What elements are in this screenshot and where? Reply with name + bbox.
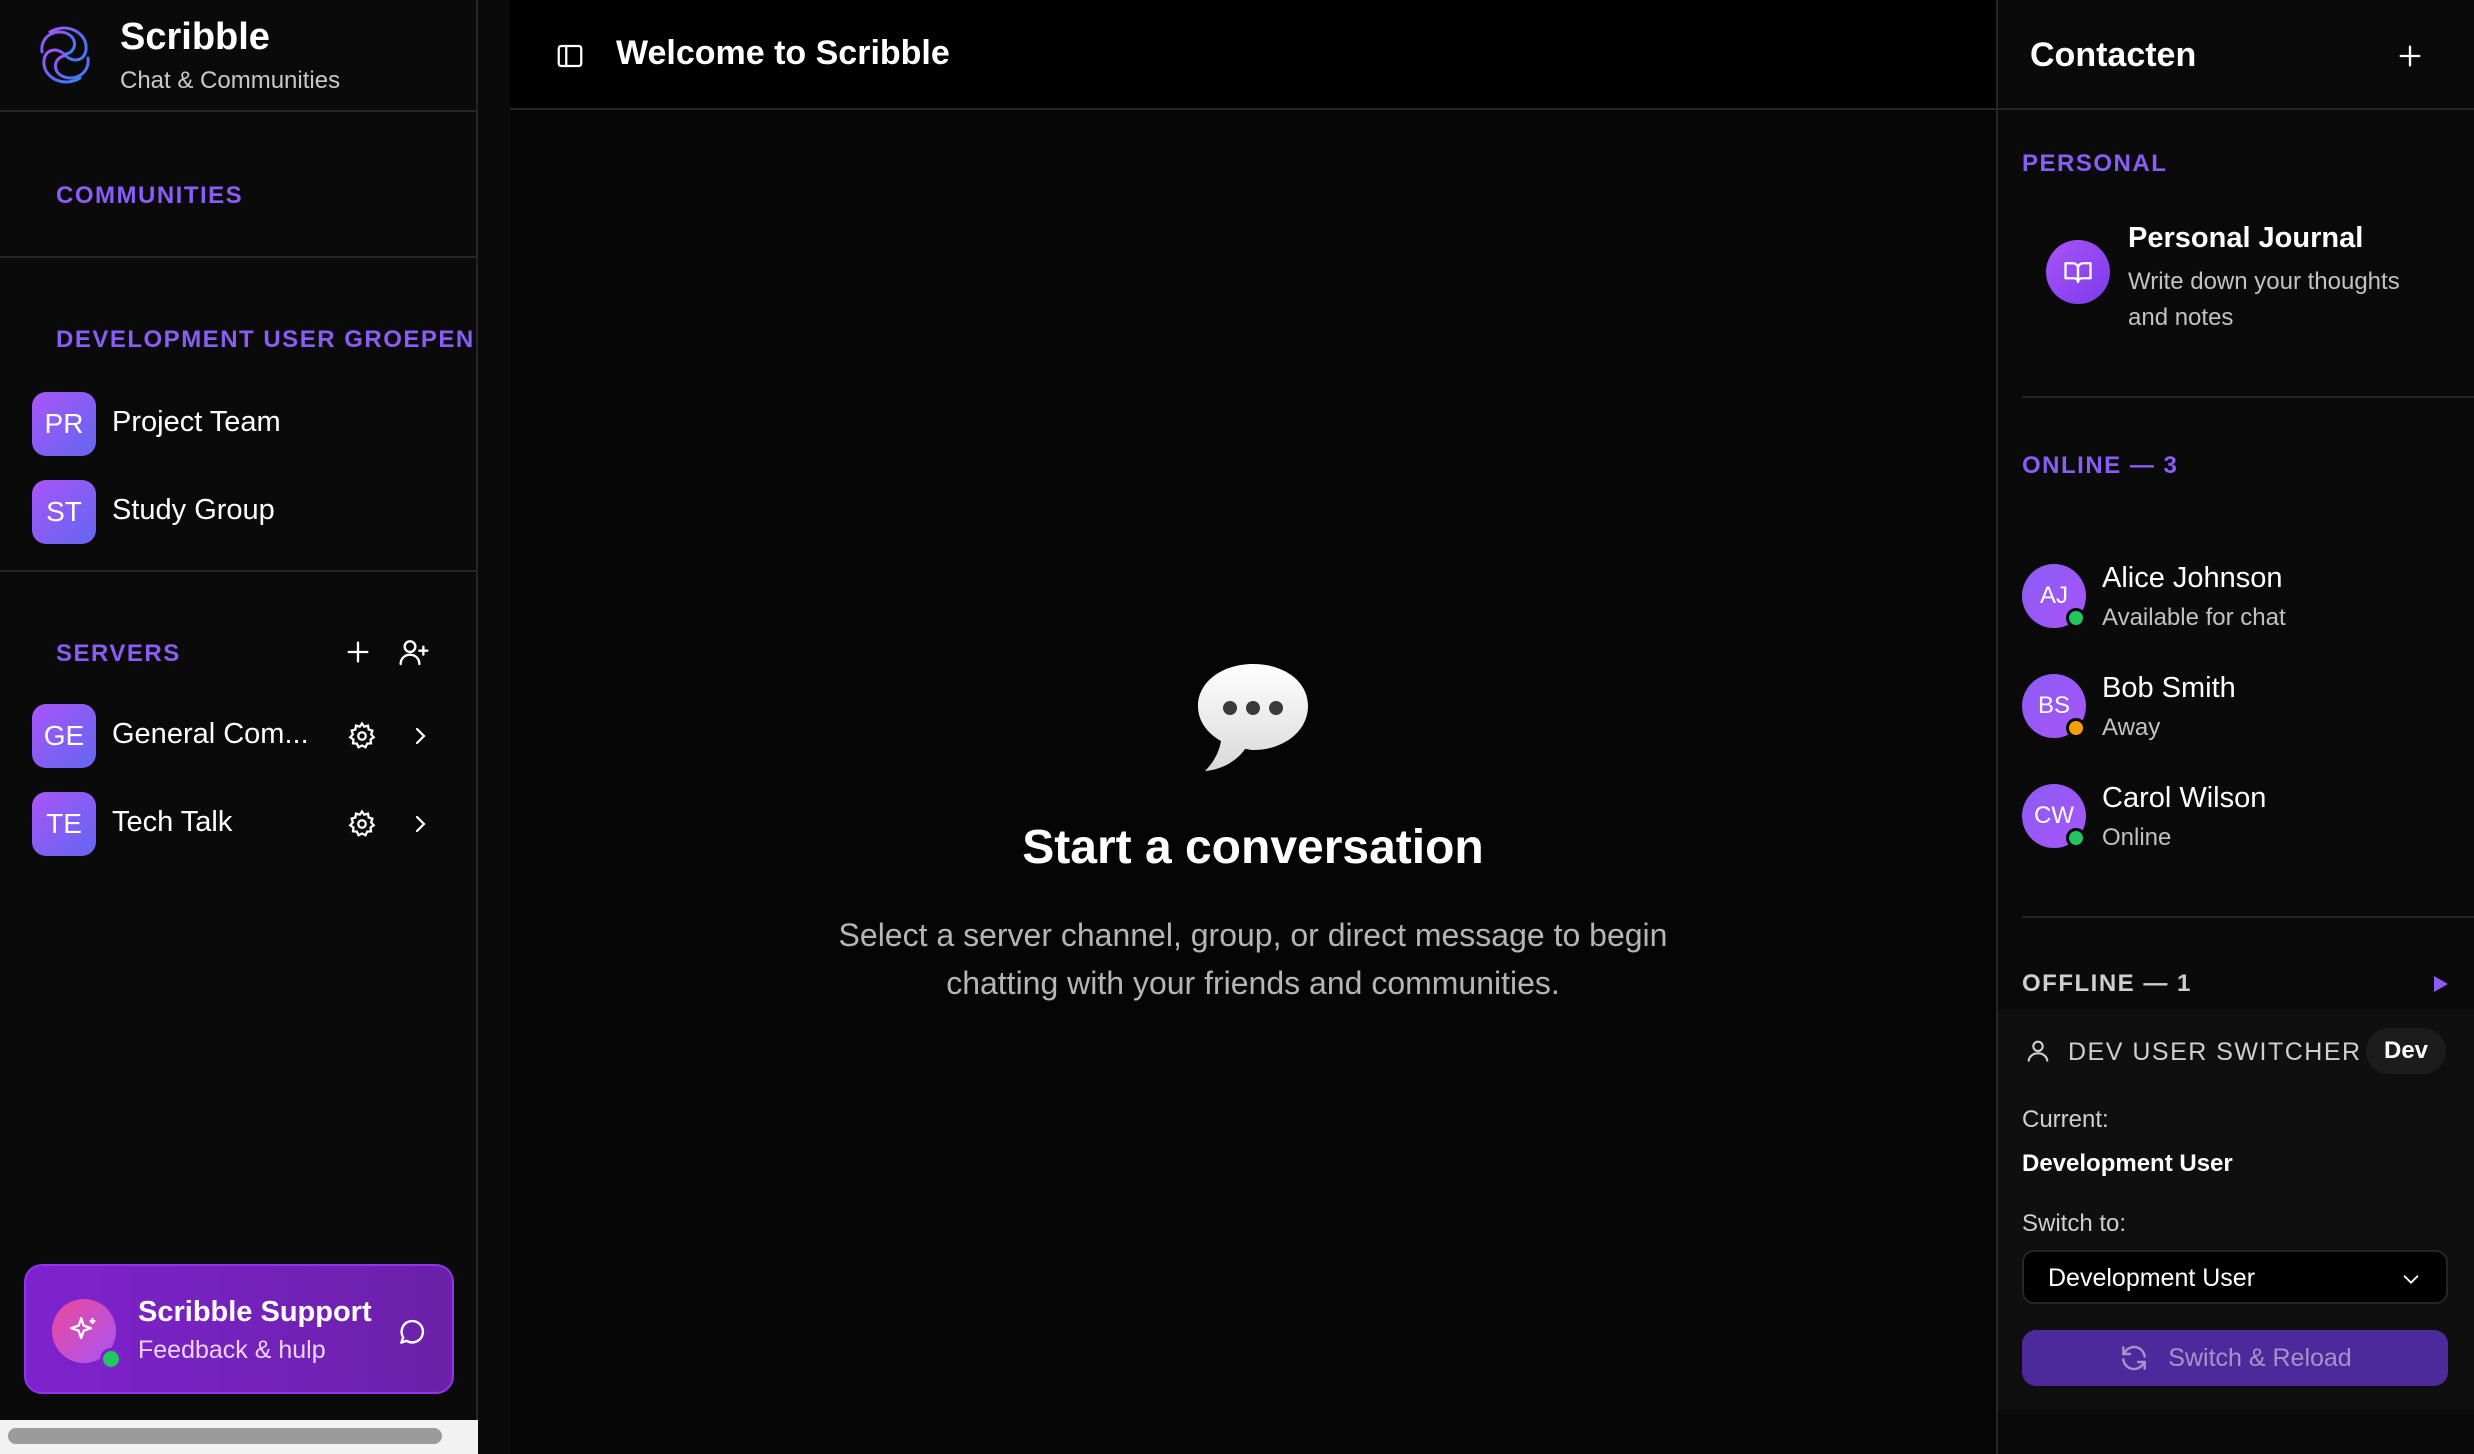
brand-header: Scribble Chat & Communities <box>0 0 476 112</box>
servers-label: SERVERS <box>56 640 181 667</box>
contacts-title: Contacten <box>2030 36 2197 74</box>
message-circle-icon[interactable] <box>392 1312 432 1352</box>
communities-label[interactable]: COMMUNITIES <box>56 182 243 210</box>
personal-label: PERSONAL <box>2022 150 2168 177</box>
server-label: Tech Talk <box>112 806 233 838</box>
offline-label: OFFLINE — 1 <box>2022 970 2192 997</box>
contact-status: Available for chat <box>2102 604 2286 631</box>
status-online-indicator <box>2066 828 2086 848</box>
group-label: Project Team <box>112 406 281 438</box>
empty-state: Start a conversation Select a server cha… <box>510 660 1996 1007</box>
server-item-general[interactable]: GE General Com... <box>32 704 452 768</box>
book-open-icon <box>2046 240 2110 304</box>
contacts-panel: Contacten PERSONAL Personal Journal Writ… <box>1996 0 2474 1454</box>
support-online-indicator <box>100 1348 122 1370</box>
scribble-logo-icon <box>40 26 90 84</box>
scribble-support-card[interactable]: Scribble Support Feedback & hulp <box>24 1264 454 1394</box>
switch-user-select[interactable]: Development User <box>2022 1250 2448 1304</box>
left-sidebar: Scribble Chat & Communities COMMUNITIES … <box>0 0 478 1454</box>
speech-bubble-icon <box>1192 660 1314 778</box>
support-subtitle: Feedback & hulp <box>138 1336 326 1364</box>
group-item-study-group[interactable]: ST Study Group <box>32 480 452 544</box>
online-label: ONLINE — 3 <box>2022 452 2179 479</box>
server-item-tech-talk[interactable]: TE Tech Talk <box>32 792 452 856</box>
journal-title: Personal Journal <box>2128 222 2364 254</box>
group-item-project-team[interactable]: PR Project Team <box>32 392 452 456</box>
chevron-down-icon <box>2403 1275 2419 1284</box>
empty-state-title: Start a conversation <box>1022 821 1484 874</box>
user-icon <box>2027 1040 2049 1062</box>
server-avatar: TE <box>32 792 96 856</box>
caret-right-icon <box>2434 976 2448 992</box>
dev-badge: Dev <box>2366 1028 2446 1074</box>
add-contact-icon[interactable] <box>2390 36 2430 76</box>
status-online-indicator <box>2066 608 2086 628</box>
group-avatar: PR <box>32 392 96 456</box>
server-settings-gear-icon[interactable] <box>344 806 380 842</box>
status-away-indicator <box>2066 718 2086 738</box>
contact-item-carol[interactable]: CW Carol Wilson Online <box>2022 782 2462 858</box>
switch-reload-label: Switch & Reload <box>2168 1343 2352 1372</box>
switch-reload-button[interactable]: Switch & Reload <box>2022 1330 2448 1386</box>
chevron-right-icon[interactable] <box>404 720 436 752</box>
divider <box>2022 916 2474 918</box>
scrollbar-thumb[interactable] <box>8 1428 442 1444</box>
contact-status: Away <box>2102 714 2161 741</box>
refresh-icon <box>2122 1345 2147 1371</box>
app-title: Scribble <box>120 16 270 58</box>
servers-section: SERVERS GE General Com... TE Tech Talk <box>0 572 476 972</box>
contact-status: Online <box>2102 824 2172 851</box>
main-content: Welcome to Scribble Start a conversation… <box>510 0 1996 1454</box>
journal-description: Write down your thoughts and notes <box>2128 268 2400 331</box>
support-title: Scribble Support <box>138 1296 372 1328</box>
personal-journal-item[interactable]: Personal Journal Write down your thought… <box>2022 214 2462 344</box>
group-label: Study Group <box>112 494 275 526</box>
toggle-sidebar-icon[interactable] <box>550 36 590 76</box>
chevron-right-icon[interactable] <box>404 808 436 840</box>
current-user-value: Development User <box>2022 1150 2233 1177</box>
offline-section-toggle[interactable]: OFFLINE — 1 <box>2022 970 2452 1000</box>
dev-groups-label: DEVELOPMENT USER GROEPEN <box>56 326 475 353</box>
empty-state-description: Select a server channel, group, or direc… <box>838 917 1668 1001</box>
main-header: Welcome to Scribble <box>510 0 1996 110</box>
switch-to-label: Switch to: <box>2022 1210 2127 1237</box>
communities-section: COMMUNITIES <box>0 112 476 258</box>
dev-switcher-label: DEV USER SWITCHER <box>2068 1038 2362 1066</box>
select-value: Development User <box>2048 1264 2256 1292</box>
divider <box>2022 396 2474 398</box>
horizontal-scrollbar[interactable] <box>0 1420 478 1454</box>
page-title: Welcome to Scribble <box>616 34 950 72</box>
dev-groups-section: DEVELOPMENT USER GROEPEN PR Project Team… <box>0 258 476 572</box>
join-server-user-plus-icon[interactable] <box>394 634 434 670</box>
server-settings-gear-icon[interactable] <box>344 718 380 754</box>
server-avatar: GE <box>32 704 96 768</box>
contact-name: Carol Wilson <box>2102 782 2267 814</box>
contact-name: Alice Johnson <box>2102 562 2283 594</box>
contact-item-bob[interactable]: BS Bob Smith Away <box>2022 672 2462 748</box>
app-subtitle: Chat & Communities <box>120 67 341 94</box>
contact-name: Bob Smith <box>2102 672 2236 704</box>
server-label: General Com... <box>112 718 309 750</box>
current-label: Current: <box>2022 1106 2109 1133</box>
group-avatar: ST <box>32 480 96 544</box>
dev-user-switcher: DEV USER SWITCHER Dev Current: Developme… <box>1998 1010 2474 1410</box>
add-server-icon[interactable] <box>340 634 376 670</box>
contact-item-alice[interactable]: AJ Alice Johnson Available for chat <box>2022 562 2462 638</box>
contacts-header: Contacten <box>1998 0 2474 110</box>
